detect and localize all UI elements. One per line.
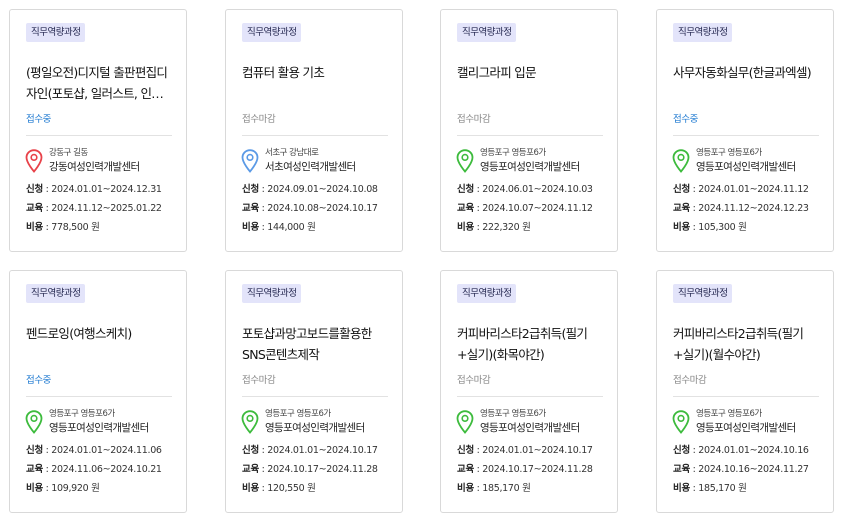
- district-address: 영등포구 영등포6가: [480, 148, 546, 158]
- course-card-grid: 직무역량과정 (평일오전)디지털 출판편집디자인(포토샵, 일러스트, 인디자……: [0, 0, 862, 524]
- education-period: 교육 : 2024.10.07~2024.11.12: [457, 203, 593, 214]
- course-title[interactable]: 컴퓨터 활용 기초: [242, 62, 388, 104]
- education-period: 교육 : 2024.10.16~2024.11.27: [673, 464, 809, 475]
- category-badge: 직무역량과정: [673, 284, 733, 303]
- education-period: 교육 : 2024.10.17~2024.11.28: [457, 464, 593, 475]
- course-title[interactable]: 사무자동화실무(한글과엑셀): [673, 62, 819, 104]
- apply-period: 신청 : 2024.01.01~2024.10.17: [242, 445, 378, 456]
- apply-period: 신청 : 2024.01.01~2024.10.17: [457, 445, 593, 456]
- status-label: 접수중: [673, 114, 699, 125]
- district-address: 영등포구 영등포6가: [696, 148, 762, 158]
- center-name: 서초여성인력개발센터: [265, 161, 356, 173]
- status-label: 접수마감: [242, 114, 276, 125]
- divider: [673, 396, 819, 397]
- course-title[interactable]: 커피바리스타2급취득(필기+실기)(월수야간): [673, 323, 819, 365]
- category-badge: 직무역량과정: [673, 23, 733, 42]
- status-label: 접수마감: [673, 375, 707, 386]
- center-name: 영등포여성인력개발센터: [265, 422, 365, 434]
- center-name: 영등포여성인력개발센터: [480, 161, 580, 173]
- category-badge: 직무역량과정: [26, 284, 86, 303]
- course-card[interactable]: 직무역량과정 (평일오전)디지털 출판편집디자인(포토샵, 일러스트, 인디자……: [9, 9, 187, 252]
- course-cost: 비용 : 120,550 원: [242, 483, 316, 494]
- apply-period: 신청 : 2024.01.01~2024.12.31: [26, 184, 162, 195]
- course-title[interactable]: 캘리그라피 입문: [457, 62, 603, 104]
- location-pin-icon: [456, 410, 474, 434]
- course-card[interactable]: 직무역량과정 캘리그라피 입문 접수마감 영등포구 영등포6가 영등포여성인력개…: [440, 9, 618, 252]
- course-title[interactable]: 펜드로잉(여행스케치): [26, 323, 172, 365]
- course-card[interactable]: 직무역량과정 사무자동화실무(한글과엑셀) 접수중 영등포구 영등포6가 영등포…: [656, 9, 834, 252]
- apply-period: 신청 : 2024.01.01~2024.11.12: [673, 184, 809, 195]
- apply-period: 신청 : 2024.06.01~2024.10.03: [457, 184, 593, 195]
- district-address: 영등포구 영등포6가: [696, 409, 762, 419]
- course-cost: 비용 : 222,320 원: [457, 222, 531, 233]
- course-title[interactable]: 포토샵과망고보드를활용한SNS콘텐츠제작: [242, 323, 388, 365]
- course-title[interactable]: (평일오전)디지털 출판편집디자인(포토샵, 일러스트, 인디자…: [26, 62, 172, 104]
- district-address: 영등포구 영등포6가: [49, 409, 115, 419]
- course-cost: 비용 : 109,920 원: [26, 483, 100, 494]
- course-cost: 비용 : 105,300 원: [673, 222, 747, 233]
- apply-period: 신청 : 2024.01.01~2024.11.06: [26, 445, 162, 456]
- divider: [26, 135, 172, 136]
- divider: [673, 135, 819, 136]
- course-card[interactable]: 직무역량과정 포토샵과망고보드를활용한SNS콘텐츠제작 접수마감 영등포구 영등…: [225, 270, 403, 513]
- status-label: 접수마감: [457, 375, 491, 386]
- location-pin-icon: [241, 410, 259, 434]
- center-name: 영등포여성인력개발센터: [480, 422, 580, 434]
- category-badge: 직무역량과정: [457, 23, 517, 42]
- location-pin-icon: [672, 149, 690, 173]
- status-label: 접수마감: [457, 114, 491, 125]
- apply-period: 신청 : 2024.01.01~2024.10.16: [673, 445, 809, 456]
- education-period: 교육 : 2024.11.12~2024.12.23: [673, 203, 809, 214]
- apply-period: 신청 : 2024.09.01~2024.10.08: [242, 184, 378, 195]
- center-name: 영등포여성인력개발센터: [696, 161, 796, 173]
- course-title[interactable]: 커피바리스타2급취득(필기+실기)(화목야간): [457, 323, 603, 365]
- course-card[interactable]: 직무역량과정 컴퓨터 활용 기초 접수마감 서초구 강남대로 서초여성인력개발센…: [225, 9, 403, 252]
- status-label: 접수중: [26, 375, 52, 386]
- course-cost: 비용 : 185,170 원: [673, 483, 747, 494]
- district-address: 강동구 길동: [49, 148, 88, 158]
- course-cost: 비용 : 778,500 원: [26, 222, 100, 233]
- status-label: 접수중: [26, 114, 52, 125]
- education-period: 교육 : 2024.11.06~2024.10.21: [26, 464, 162, 475]
- location-pin-icon: [25, 410, 43, 434]
- divider: [26, 396, 172, 397]
- location-pin-icon: [672, 410, 690, 434]
- education-period: 교육 : 2024.10.08~2024.10.17: [242, 203, 378, 214]
- location-pin-icon: [25, 149, 43, 173]
- education-period: 교육 : 2024.10.17~2024.11.28: [242, 464, 378, 475]
- center-name: 영등포여성인력개발센터: [49, 422, 149, 434]
- divider: [457, 396, 603, 397]
- category-badge: 직무역량과정: [457, 284, 517, 303]
- category-badge: 직무역량과정: [242, 23, 302, 42]
- course-card[interactable]: 직무역량과정 커피바리스타2급취득(필기+실기)(화목야간) 접수마감 영등포구…: [440, 270, 618, 513]
- course-cost: 비용 : 185,170 원: [457, 483, 531, 494]
- education-period: 교육 : 2024.11.12~2025.01.22: [26, 203, 162, 214]
- district-address: 영등포구 영등포6가: [265, 409, 331, 419]
- category-badge: 직무역량과정: [26, 23, 86, 42]
- status-label: 접수마감: [242, 375, 276, 386]
- course-card[interactable]: 직무역량과정 커피바리스타2급취득(필기+실기)(월수야간) 접수마감 영등포구…: [656, 270, 834, 513]
- location-pin-icon: [241, 149, 259, 173]
- course-cost: 비용 : 144,000 원: [242, 222, 316, 233]
- course-card[interactable]: 직무역량과정 펜드로잉(여행스케치) 접수중 영등포구 영등포6가 영등포여성인…: [9, 270, 187, 513]
- divider: [242, 396, 388, 397]
- divider: [242, 135, 388, 136]
- district-address: 영등포구 영등포6가: [480, 409, 546, 419]
- center-name: 영등포여성인력개발센터: [696, 422, 796, 434]
- divider: [457, 135, 603, 136]
- district-address: 서초구 강남대로: [265, 148, 319, 158]
- center-name: 강동여성인력개발센터: [49, 161, 140, 173]
- category-badge: 직무역량과정: [242, 284, 302, 303]
- location-pin-icon: [456, 149, 474, 173]
